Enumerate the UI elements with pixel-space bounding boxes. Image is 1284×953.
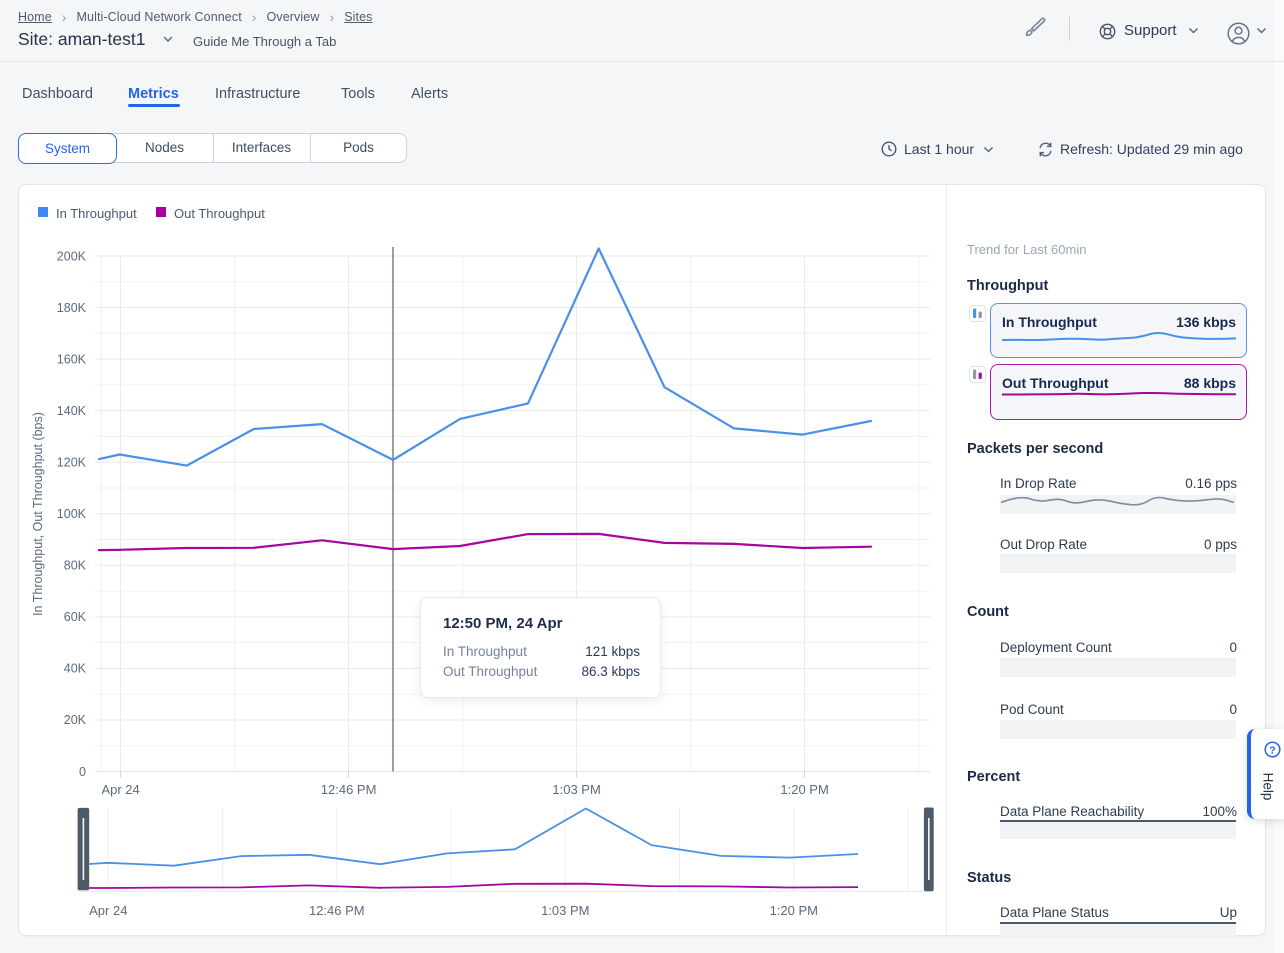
svg-text:12:46 PM: 12:46 PM [309, 903, 365, 918]
svg-text:Apr 24: Apr 24 [89, 903, 127, 918]
svg-text:1:03 PM: 1:03 PM [541, 903, 589, 918]
svg-text:200K: 200K [57, 249, 87, 263]
svg-text:In Throughput, Out Throughput: In Throughput, Out Throughput (bps) [31, 412, 45, 616]
svg-text:1:20 PM: 1:20 PM [770, 903, 818, 918]
svg-text:120K: 120K [57, 456, 87, 470]
svg-text:140K: 140K [57, 404, 87, 418]
svg-text:1:03 PM: 1:03 PM [552, 782, 600, 797]
svg-text:80K: 80K [64, 559, 87, 573]
svg-text:20K: 20K [64, 713, 87, 727]
svg-text:60K: 60K [64, 610, 87, 624]
svg-text:100K: 100K [57, 507, 87, 521]
svg-text:1:20 PM: 1:20 PM [780, 782, 828, 797]
svg-text:160K: 160K [57, 352, 87, 366]
svg-text:?: ? [1269, 744, 1275, 756]
svg-text:12:46 PM: 12:46 PM [321, 782, 377, 797]
svg-text:40K: 40K [64, 662, 87, 676]
svg-text:0: 0 [79, 765, 86, 779]
svg-text:180K: 180K [57, 301, 87, 315]
svg-text:Apr 24: Apr 24 [101, 782, 139, 797]
